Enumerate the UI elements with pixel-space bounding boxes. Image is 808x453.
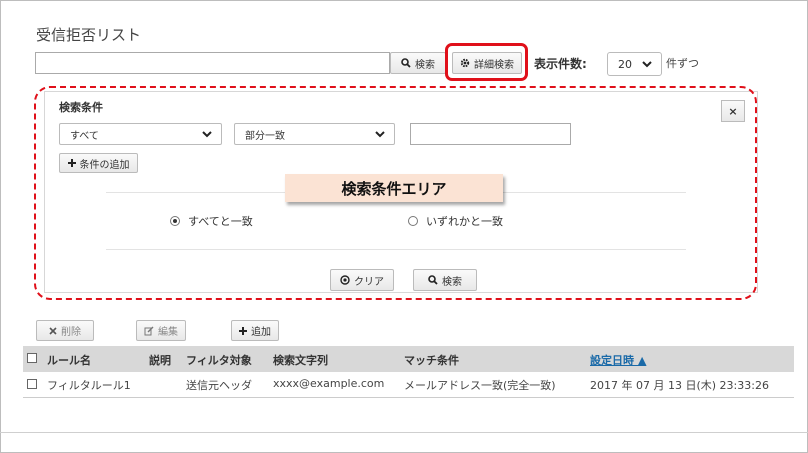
close-icon: [49, 326, 57, 335]
search-area-highlight: [34, 86, 757, 300]
footer-divider: [0, 432, 808, 433]
cell-rule-name[interactable]: フィルタルール1: [47, 377, 131, 393]
search-icon: [401, 58, 411, 68]
display-count-label: 表示件数:: [534, 57, 587, 71]
chevron-down-icon: [642, 61, 652, 68]
advanced-search-highlight: [445, 43, 528, 81]
display-count-select[interactable]: 20: [607, 52, 662, 76]
delete-button-label: 削除: [61, 327, 81, 338]
add-button-label: 追加: [251, 327, 271, 338]
plus-icon: [239, 326, 247, 335]
column-rule-name: ルール名: [47, 354, 91, 367]
select-all-checkbox[interactable]: [27, 353, 37, 363]
edit-icon: [144, 326, 154, 335]
table-row-divider: [23, 397, 794, 398]
search-button[interactable]: 検索: [390, 52, 446, 74]
cell-match-condition: メールアドレス一致(完全一致): [404, 379, 556, 392]
column-filter-target: フィルタ対象: [186, 354, 252, 367]
column-set-datetime-sort-link[interactable]: 設定日時 ▲: [590, 352, 646, 368]
column-match-condition: マッチ条件: [404, 354, 459, 367]
display-count-value: 20: [618, 57, 632, 71]
column-search-string: 検索文字列: [273, 354, 328, 367]
search-button-label: 検索: [415, 59, 435, 71]
row-checkbox[interactable]: [27, 379, 37, 389]
add-button[interactable]: 追加: [231, 320, 279, 341]
page-title: 受信拒否リスト: [36, 26, 142, 44]
per-page-label: 件ずつ: [666, 57, 699, 70]
cell-search-string: xxxx@example.com: [273, 377, 385, 390]
edit-button-label: 編集: [158, 327, 178, 338]
column-description: 説明: [149, 354, 171, 367]
cell-filter-target: 送信元ヘッダ: [186, 379, 252, 392]
search-input[interactable]: [35, 52, 390, 74]
cell-set-datetime: 2017 年 07 月 13 日(木) 23:33:26: [590, 379, 769, 392]
delete-button[interactable]: 削除: [36, 320, 94, 341]
edit-button[interactable]: 編集: [136, 320, 186, 341]
